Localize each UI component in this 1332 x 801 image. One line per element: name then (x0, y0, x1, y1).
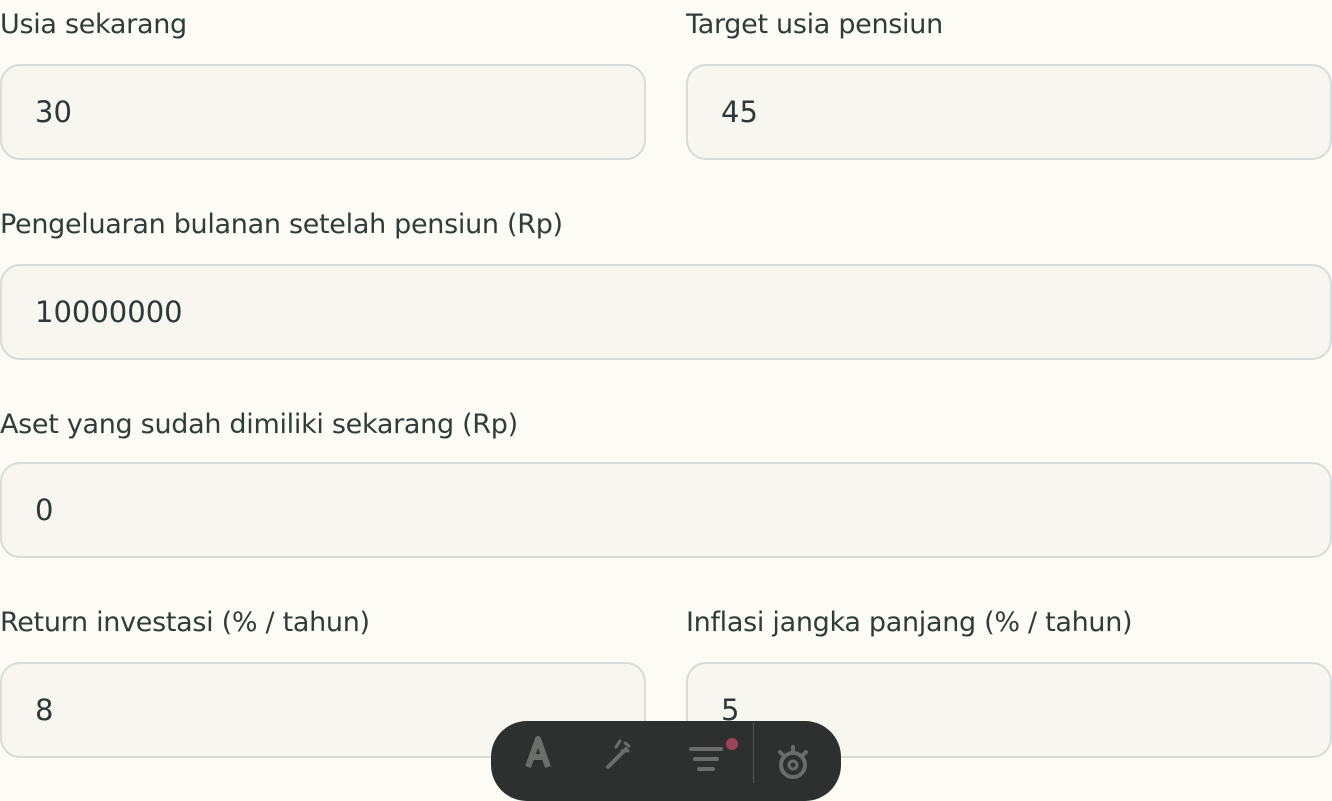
magic-wand-icon (606, 739, 631, 769)
monthly-expense-label: Pengeluaran bulanan setelah pensiun (Rp) (0, 209, 563, 240)
retirement-age-label: Target usia pensiun (686, 9, 943, 40)
retirement-age-input[interactable] (686, 64, 1332, 160)
monthly-expense-field: Pengeluaran bulanan setelah pensiun (Rp) (0, 200, 1332, 360)
inflation-label: Inflasi jangka panjang (% / tahun) (686, 607, 1133, 638)
filter-button[interactable] (671, 721, 741, 781)
gear-icon (778, 745, 808, 779)
current-assets-label: Aset yang sudah dimiliki sekarang (Rp) (0, 409, 518, 440)
notification-dot (726, 738, 738, 750)
current-age-label: Usia sekarang (0, 9, 187, 40)
current-age-input[interactable] (0, 64, 646, 160)
investment-return-label: Return investasi (% / tahun) (0, 607, 370, 638)
text-format-icon (525, 736, 551, 769)
toolbar-divider (753, 723, 754, 783)
current-assets-input[interactable] (0, 462, 1332, 558)
magic-wand-button[interactable] (586, 721, 656, 781)
floating-toolbar (491, 721, 841, 801)
filter-lines-icon (689, 747, 723, 771)
monthly-expense-input[interactable] (0, 264, 1332, 360)
current-age-field: Usia sekarang (0, 0, 646, 160)
current-assets-field: Aset yang sudah dimiliki sekarang (Rp) (0, 400, 1332, 560)
text-format-button[interactable] (503, 721, 573, 781)
settings-button[interactable] (758, 721, 828, 781)
retirement-age-field: Target usia pensiun (686, 0, 1332, 160)
